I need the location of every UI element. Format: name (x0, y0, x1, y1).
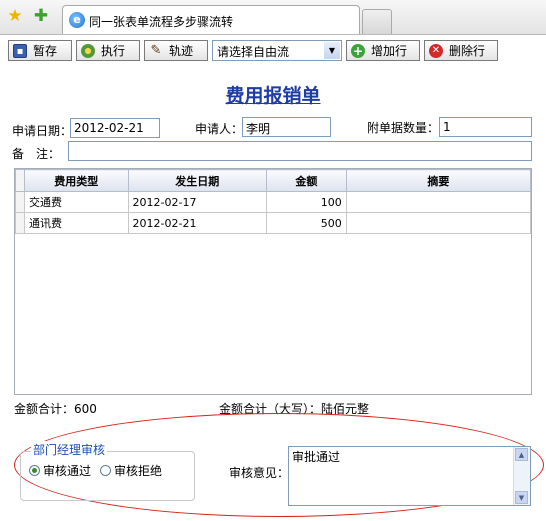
column-header[interactable]: 费用类型 (23, 169, 129, 192)
table-row[interactable]: 通讯费 2012-02-21 500 (15, 212, 532, 234)
radio-unchecked-icon[interactable] (100, 465, 111, 476)
summary-cell[interactable] (345, 212, 532, 234)
flow-select-value: 请选择自由流 (217, 45, 290, 59)
save-button[interactable]: ▪ 暂存 (8, 40, 72, 61)
summary-cell[interactable] (345, 191, 532, 213)
apply-date-field[interactable]: 2012-02-21 (70, 118, 160, 138)
date-cell[interactable]: 2012-02-17 (127, 191, 268, 213)
expense-table: 费用类型 发生日期 金额 摘要 交通费 2012-02-17 100 通讯费 2… (15, 169, 532, 234)
amount-cell[interactable]: 500 (266, 212, 347, 234)
tab-title: 同一张表单流程多步骤流转 (89, 15, 234, 29)
save-icon: ▪ (13, 43, 27, 58)
flow-select[interactable]: 请选择自由流 ▼ (212, 40, 342, 61)
plus-icon: + (351, 43, 365, 58)
row-header-corner (15, 169, 25, 192)
column-header[interactable]: 摘要 (345, 169, 532, 192)
scroll-down-icon[interactable]: ▼ (515, 491, 528, 504)
reject-label: 审核拒绝 (114, 464, 163, 478)
pen-icon: ✎ (150, 42, 162, 58)
remark-label: 备 注： (12, 147, 61, 161)
total-amount: 金额合计：600 (14, 402, 97, 416)
applicant-label: 申请人： (195, 122, 244, 136)
apply-date-label: 申请日期： (12, 124, 73, 138)
add-favorite-icon[interactable]: ✚ (31, 6, 51, 26)
save-label: 暂存 (33, 44, 58, 58)
star-icon[interactable]: ★ (5, 6, 25, 26)
chevron-down-icon[interactable]: ▼ (324, 42, 340, 59)
browser-tab[interactable]: e 同一张表单流程多步骤流转 (62, 5, 360, 34)
amount-cell[interactable]: 100 (266, 191, 347, 213)
opinion-text: 审批通过 (292, 450, 341, 464)
expense-type-cell[interactable]: 通讯费 (23, 212, 129, 234)
approve-label: 审核通过 (43, 464, 92, 478)
column-header[interactable]: 发生日期 (127, 169, 268, 192)
attachments-label: 附单据数量： (367, 121, 440, 135)
textarea-scrollbar[interactable]: ▲ ▼ (513, 447, 530, 505)
applicant-field[interactable]: 李明 (242, 117, 331, 137)
new-tab-button[interactable] (362, 9, 392, 34)
execute-label: 执行 (101, 44, 126, 58)
date-cell[interactable]: 2012-02-21 (127, 212, 268, 234)
add-row-button[interactable]: + 增加行 (346, 40, 420, 61)
table-header-row: 费用类型 发生日期 金额 摘要 (15, 169, 532, 192)
attachments-field[interactable]: 1 (439, 117, 532, 137)
delete-row-label: 删除行 (449, 44, 486, 58)
expense-type-cell[interactable]: 交通费 (23, 191, 129, 213)
remark-field[interactable] (68, 141, 532, 161)
radio-checked-icon[interactable] (29, 465, 40, 476)
trace-button[interactable]: ✎ 轨迹 (144, 40, 208, 61)
trace-label: 轨迹 (169, 44, 194, 58)
expense-grid: 费用类型 发生日期 金额 摘要 交通费 2012-02-17 100 通讯费 2… (14, 168, 532, 395)
approve-radio[interactable]: 审核通过 (29, 462, 91, 479)
row-selector[interactable] (15, 212, 25, 234)
scroll-up-icon[interactable]: ▲ (515, 448, 528, 461)
opinion-label: 审核意见： (229, 466, 290, 480)
approval-section-title: 部门经理审核 (31, 441, 108, 458)
row-selector[interactable] (15, 191, 25, 213)
table-row[interactable]: 交通费 2012-02-17 100 (15, 191, 532, 213)
column-header[interactable]: 金额 (266, 169, 347, 192)
form-title: 费用报销单 (225, 85, 321, 107)
delete-row-button[interactable]: ✕ 删除行 (424, 40, 498, 61)
add-row-label: 增加行 (371, 44, 408, 58)
reject-radio[interactable]: 审核拒绝 (100, 462, 162, 479)
opinion-textarea[interactable]: 审批通过 ▲ ▼ (288, 446, 531, 506)
execute-button[interactable]: 执行 (76, 40, 140, 61)
ie-logo-icon: e (69, 12, 85, 28)
delete-icon: ✕ (429, 43, 443, 58)
gear-icon (81, 43, 95, 58)
